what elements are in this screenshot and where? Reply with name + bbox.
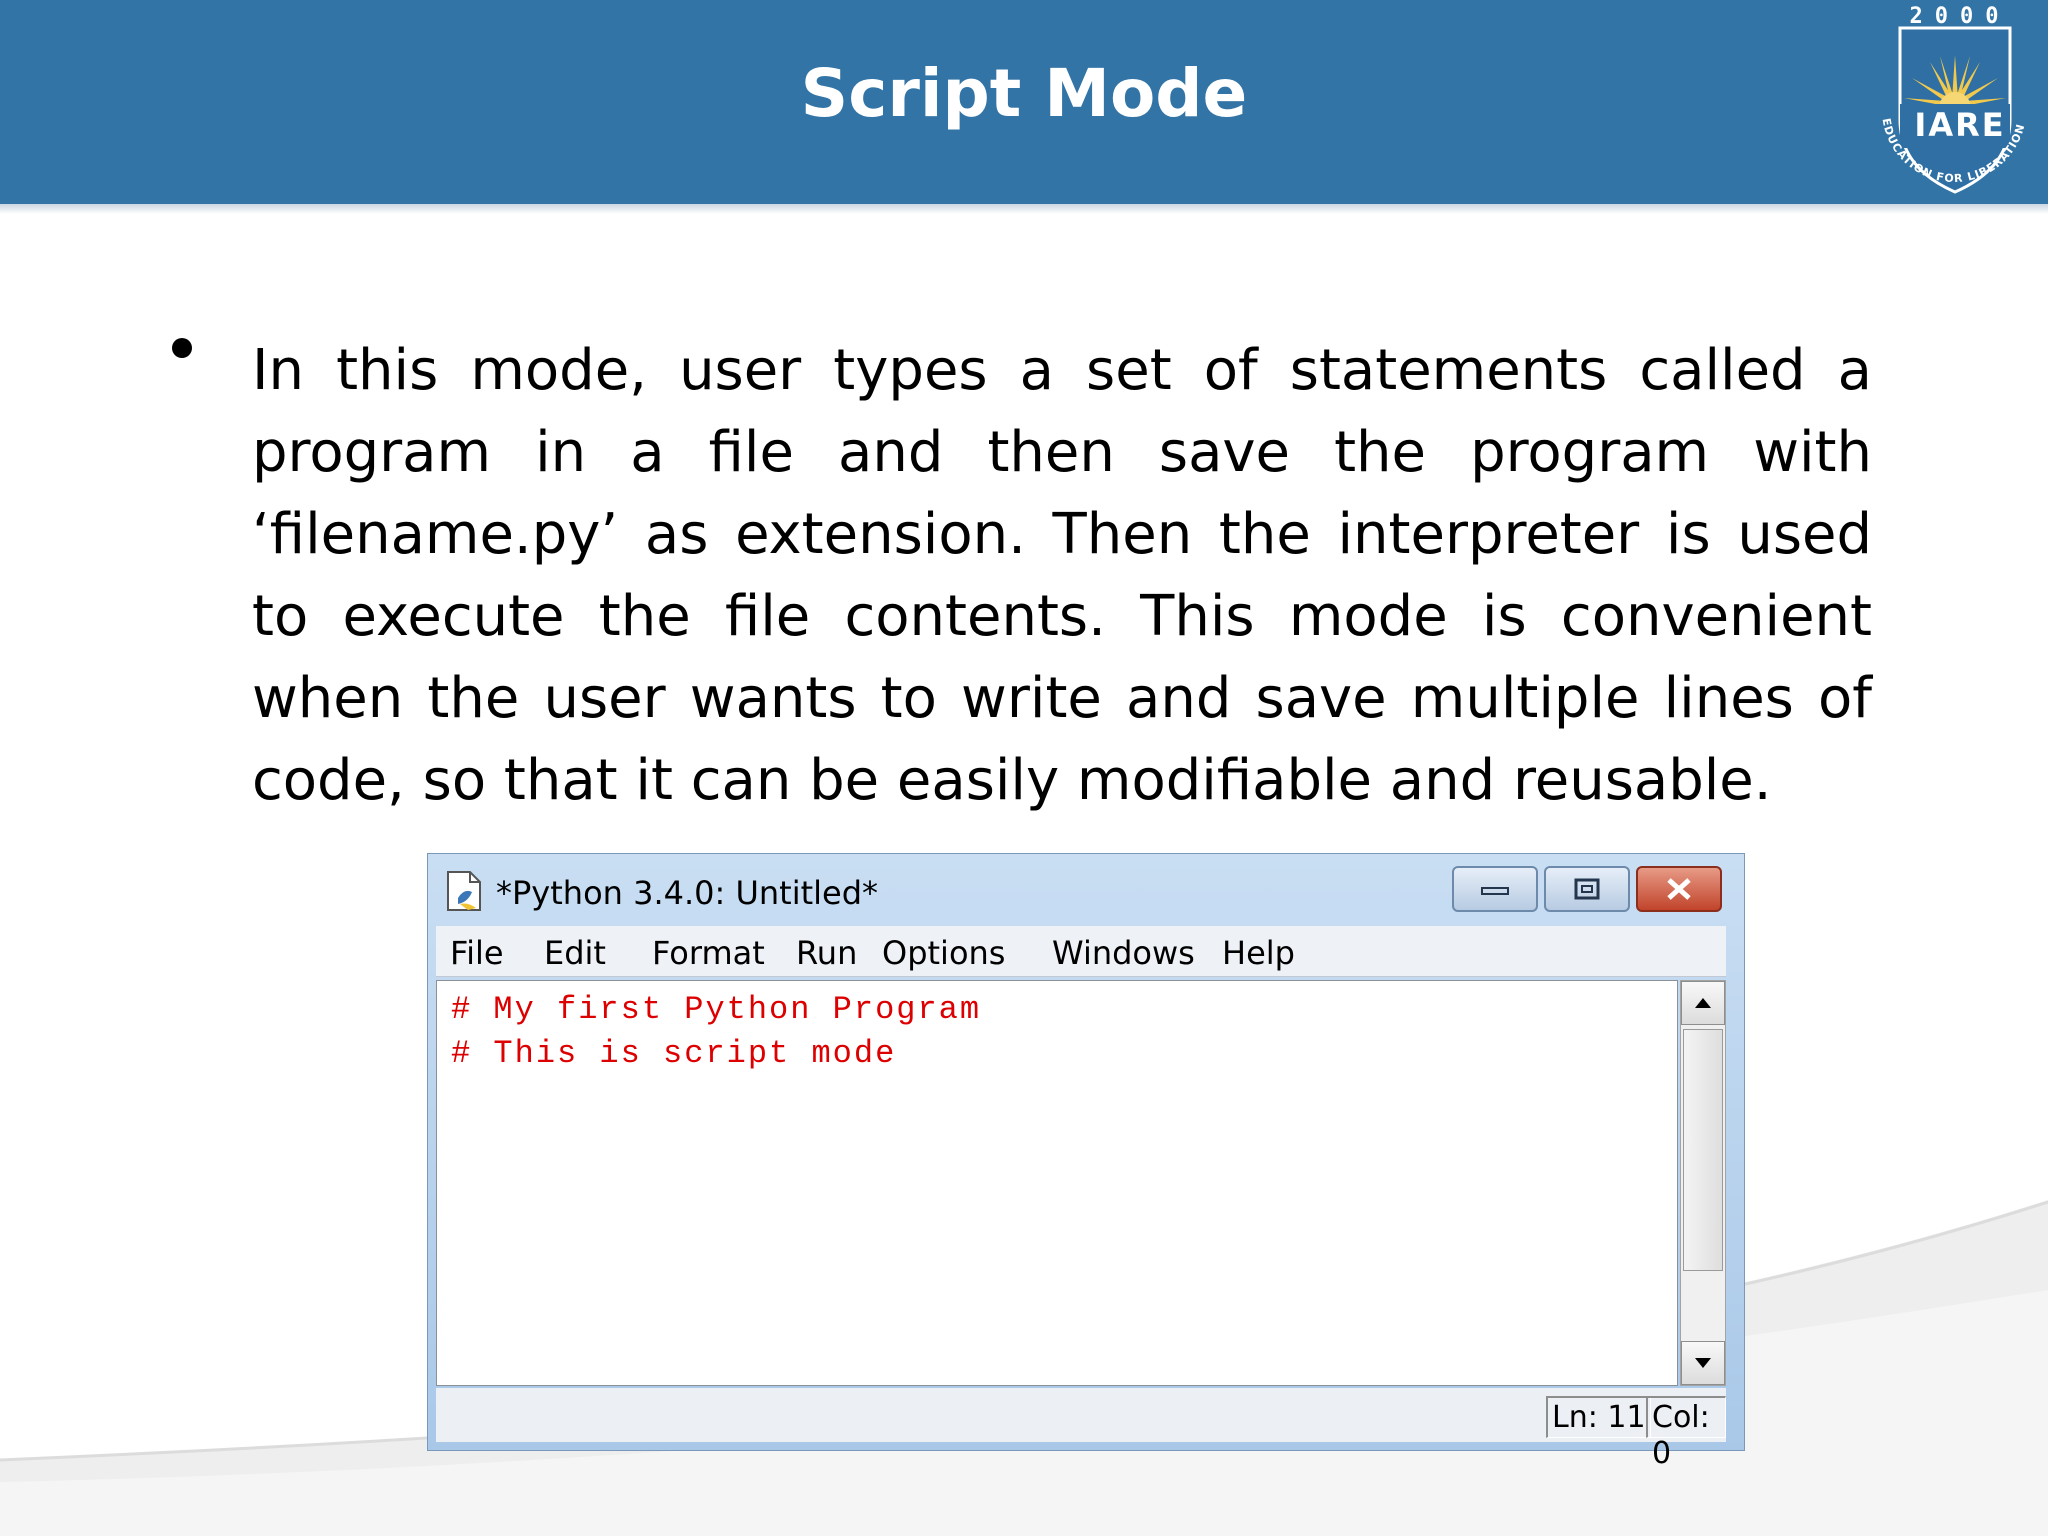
menu-edit[interactable]: Edit xyxy=(544,934,606,972)
maximize-button[interactable] xyxy=(1544,866,1630,912)
code-line: # My first Python Program xyxy=(451,991,982,1028)
menu-bar: File Edit Format Run Options Windows Hel… xyxy=(436,926,1726,977)
menu-windows[interactable]: Windows xyxy=(1052,934,1195,972)
menu-file[interactable]: File xyxy=(450,934,504,972)
vertical-scrollbar[interactable] xyxy=(1680,980,1726,1386)
status-line: Ln: 11 xyxy=(1546,1396,1651,1438)
maximize-icon xyxy=(1574,878,1600,900)
logo-name: IARE xyxy=(1914,106,2006,144)
arrow-down-icon xyxy=(1695,1358,1711,1368)
python-file-icon xyxy=(447,871,481,911)
minimize-button[interactable] xyxy=(1452,866,1538,912)
close-button[interactable] xyxy=(1636,866,1722,912)
minimize-icon xyxy=(1481,887,1509,895)
code-editor[interactable]: # My first Python Program # This is scri… xyxy=(436,980,1678,1386)
logo-year: 2000 xyxy=(1909,4,2011,29)
menu-run[interactable]: Run xyxy=(796,934,857,972)
code-line: # This is script mode xyxy=(451,1035,897,1072)
menu-format[interactable]: Format xyxy=(652,934,765,972)
scroll-down-button[interactable] xyxy=(1681,1341,1725,1385)
header-shadow xyxy=(0,204,2048,214)
menu-help[interactable]: Help xyxy=(1222,934,1295,972)
status-column: Col: 0 xyxy=(1646,1396,1726,1471)
iare-logo: EDUCATION FOR LIBERATION xyxy=(1860,0,2048,204)
scroll-up-button[interactable] xyxy=(1681,981,1725,1025)
scroll-thumb[interactable] xyxy=(1683,1029,1723,1271)
status-bar: Ln: 11 Col: 0 xyxy=(436,1388,1726,1471)
bullet-point xyxy=(172,338,192,358)
close-icon xyxy=(1667,878,1691,900)
window-title: *Python 3.4.0: Untitled* xyxy=(496,874,879,912)
arrow-up-icon xyxy=(1695,998,1711,1008)
slide-title: Script Mode xyxy=(800,55,1248,132)
bullet-text: In this mode, user types a set of statem… xyxy=(252,338,1872,813)
menu-options[interactable]: Options xyxy=(882,934,1005,972)
python-idle-window: *Python 3.4.0: Untitled* File Edit Forma… xyxy=(427,853,1745,1471)
